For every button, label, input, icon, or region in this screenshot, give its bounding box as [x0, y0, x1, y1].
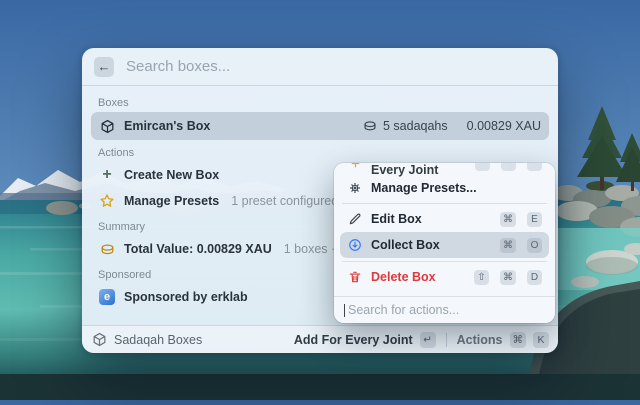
footer-actions-button[interactable]: Actions — [457, 333, 503, 347]
footer-divider — [446, 333, 447, 347]
add-joint-icon — [347, 163, 363, 171]
presets-row-subtitle: 1 preset configured — [231, 194, 338, 208]
footer-primary-action[interactable]: Add For Every Joint — [294, 333, 413, 347]
section-label-boxes: Boxes — [98, 97, 542, 109]
section-label-actions: Actions — [98, 147, 542, 159]
menu-divider — [342, 203, 547, 204]
star-icon — [99, 193, 115, 209]
menu-item-label: Manage Presets... — [371, 181, 477, 195]
clipped-key-1 — [475, 163, 490, 171]
shift-key-icon: ⇧ — [474, 270, 489, 285]
menu-item-label: Delete Box — [371, 270, 436, 284]
create-row-title: Create New Box — [124, 168, 219, 182]
erklab-app-icon: e — [99, 289, 115, 305]
menu-item-add-for-every-joint[interactable]: Add For Every Joint — [340, 163, 549, 175]
sponsor-row-title: Sponsored by erklab — [124, 290, 248, 304]
search-bar: ← — [82, 48, 558, 86]
menu-item-delete-box[interactable]: Delete Box ⇧ ⌘ D — [340, 265, 549, 289]
back-button[interactable]: ← — [94, 57, 114, 77]
box-row-value: 0.00829 XAU — [467, 119, 541, 133]
menu-divider — [342, 261, 547, 262]
window-footer: Sadaqah Boxes Add For Every Joint ↵ Acti… — [82, 325, 558, 353]
pencil-icon — [347, 211, 363, 227]
command-key-icon: ⌘ — [500, 270, 516, 285]
o-key-icon: O — [527, 238, 542, 253]
actions-menu-list: Add For Every Joint Manage Presets... — [334, 163, 555, 296]
trash-icon — [347, 269, 363, 285]
back-arrow-icon: ← — [98, 59, 111, 74]
command-key-icon: ⌘ — [500, 212, 516, 227]
command-key-icon: ⌘ — [510, 332, 527, 348]
command-key-icon: ⌘ — [500, 238, 516, 253]
summary-row-title: Total Value: 0.00829 XAU — [124, 242, 272, 256]
menu-item-edit-box[interactable]: Edit Box ⌘ E — [340, 207, 549, 231]
actions-search-bar — [334, 296, 555, 323]
collect-download-icon — [347, 237, 363, 253]
footer-app-name: Sadaqah Boxes — [114, 333, 202, 347]
menu-item-collect-box[interactable]: Collect Box ⌘ O — [340, 232, 549, 258]
box-row-title: Emircan's Box — [124, 119, 210, 133]
actions-search-input[interactable] — [346, 302, 545, 318]
footer-cube-icon — [91, 332, 107, 348]
coin-icon — [362, 118, 378, 134]
k-key-icon: K — [533, 332, 549, 348]
clipped-key-3 — [527, 163, 542, 171]
gear-icon — [347, 180, 363, 196]
menu-item-label: Collect Box — [371, 238, 440, 252]
text-cursor — [344, 304, 345, 317]
menu-item-label: Add For Every Joint — [371, 163, 456, 177]
presets-row-title: Manage Presets — [124, 194, 219, 208]
menu-item-manage-presets[interactable]: Manage Presets... — [340, 176, 549, 200]
menu-item-label: Edit Box — [371, 212, 422, 226]
actions-menu-popup: Add For Every Joint Manage Presets... — [334, 163, 555, 323]
d-key-icon: D — [527, 270, 542, 285]
gold-coin-icon — [99, 241, 115, 257]
box-row-emircans-box[interactable]: Emircan's Box 5 sadaqahs 0.00829 XAU — [91, 112, 549, 140]
cube-icon — [99, 118, 115, 134]
e-key-icon: E — [527, 212, 542, 227]
plus-icon: + — [99, 167, 115, 183]
return-key-icon: ↵ — [420, 332, 436, 348]
clipped-key-2 — [501, 163, 516, 171]
box-row-count: 5 sadaqahs — [362, 118, 448, 134]
search-input[interactable] — [124, 57, 546, 76]
